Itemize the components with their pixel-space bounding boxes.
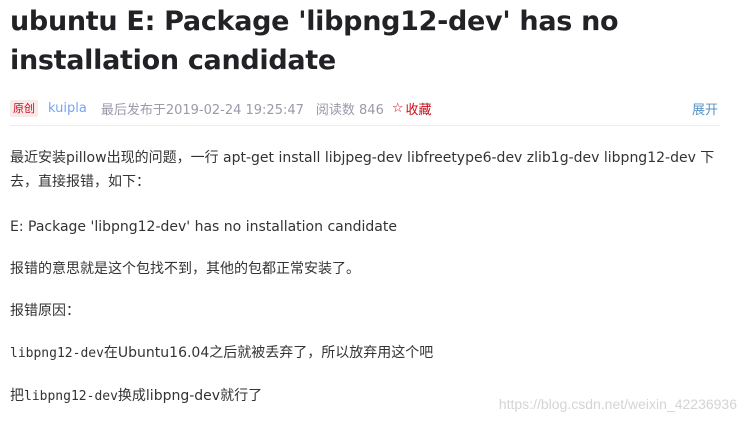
paragraph: 最近安装pillow出现的问题，一行 apt-get install libjp…: [10, 150, 715, 190]
expand-button[interactable]: 展开: [692, 99, 718, 118]
article-meta: 原创 kuipla 最后发布于2019-02-24 19:25:47 阅读数 8…: [10, 95, 738, 121]
original-badge: 原创: [10, 99, 38, 117]
paragraph: libpng12-dev在Ubuntu16.04之后就被丢弃了，所以放弃用这个吧: [10, 341, 738, 366]
meta-divider: [10, 125, 720, 126]
article-content: 最近安装pillow出现的问题，一行 apt-get install libjp…: [10, 146, 738, 409]
publish-time: 最后发布于2019-02-24 19:25:47: [100, 102, 304, 118]
star-icon: ☆: [391, 100, 404, 116]
paragraph-text: 换成libpng-dev就行了: [117, 388, 263, 404]
collect-label: 收藏: [405, 102, 432, 118]
author-link[interactable]: kuipla: [48, 101, 87, 116]
article-title: ubuntu E: Package 'libpng12-dev' has no …: [10, 6, 619, 76]
paragraph: 报错原因：: [10, 303, 80, 319]
inline-code: libpng12-dev: [24, 389, 118, 404]
inline-code: libpng12-dev: [10, 346, 104, 361]
paragraph: E: Package 'libpng12-dev' has no install…: [10, 219, 397, 235]
watermark: https://blog.csdn.net/weixin_42236936: [498, 396, 737, 412]
collect-button[interactable]: ☆ 收藏: [392, 99, 432, 118]
article: ubuntu E: Package 'libpng12-dev' has no …: [10, 0, 738, 427]
paragraph-text: 在Ubuntu16.04之后就被丢弃了，所以放弃用这个吧: [103, 345, 434, 361]
paragraph: 报错的意思就是这个包找不到，其他的包都正常安装了。: [10, 261, 360, 277]
paragraph-text: 把: [10, 388, 24, 404]
read-count: 阅读数 846: [315, 102, 384, 118]
